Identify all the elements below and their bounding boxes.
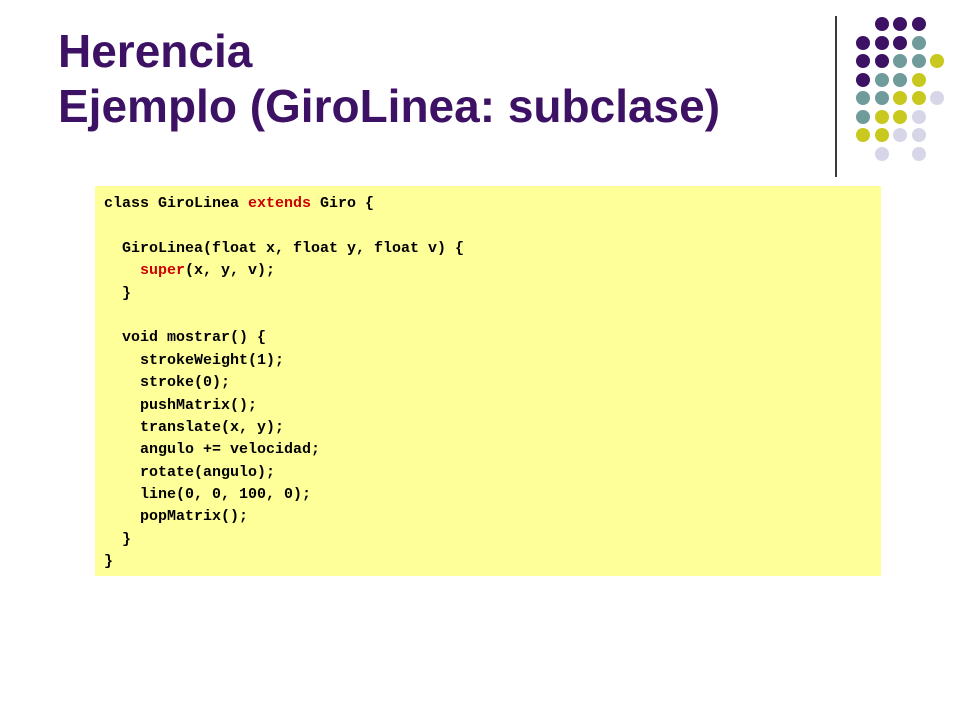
code-line: translate(x, y); [104, 417, 881, 439]
decorative-dot [874, 17, 889, 31]
decorative-dot [874, 35, 889, 50]
decorative-dot [930, 54, 944, 68]
decorative-dot [893, 54, 907, 68]
slide-title-line-2: Ejemplo (GiroLinea: subclase) [58, 80, 721, 132]
code-line: super(x, y, v); [104, 260, 881, 282]
code-text: strokeWeight(1); [104, 351, 285, 369]
code-keyword: extends [248, 195, 312, 212]
code-text: void mostrar() { [104, 329, 267, 347]
code-line: stroke(0); [104, 372, 881, 394]
code-line: class GiroLinea extends Giro { [104, 193, 881, 215]
decorative-dot [874, 146, 889, 161]
decorative-dot [856, 128, 870, 142]
code-text: Giro { [311, 195, 375, 212]
decorative-dot [856, 35, 870, 50]
decorative-dot [911, 128, 926, 142]
code-line: line(0, 0, 100, 0); [104, 484, 881, 506]
decorative-dot [911, 109, 926, 124]
decorative-dot [893, 35, 907, 50]
code-text: } [104, 530, 132, 548]
code-text: GiroLinea(float x, float y, float v) { [104, 239, 465, 257]
decorative-dot [874, 109, 889, 124]
decorative-dot [856, 54, 870, 68]
code-line: GiroLinea(float x, float y, float v) { [104, 238, 881, 260]
code-line: } [104, 551, 881, 573]
code-line: strokeWeight(1); [104, 350, 881, 372]
code-line: popMatrix(); [104, 506, 881, 528]
decorative-dot [893, 128, 907, 142]
decorative-dot [856, 109, 870, 124]
code-text: pushMatrix(); [104, 396, 258, 414]
decorative-dot [893, 109, 907, 124]
code-text: translate(x, y); [104, 418, 285, 436]
code-line: rotate(angulo); [104, 462, 881, 484]
decorative-dot [911, 35, 926, 50]
slide-title-line-1: Herencia [58, 25, 253, 77]
decorative-dot [911, 91, 926, 105]
decorative-dot [874, 91, 889, 105]
code-text: (x, y, v); [185, 262, 276, 280]
decorative-dot [874, 128, 889, 142]
code-text: } [104, 553, 114, 571]
decorative-dot [911, 72, 926, 87]
code-line: angulo += velocidad; [104, 439, 881, 461]
decorative-dot [874, 54, 889, 68]
decorative-dot [930, 91, 944, 105]
code-text: stroke(0); [104, 374, 231, 392]
decorative-dot [893, 17, 907, 31]
code-block: class GiroLinea extends Giro { GiroLinea… [95, 186, 881, 576]
decorative-dot [893, 91, 907, 105]
code-line: void mostrar() { [104, 327, 881, 349]
decorative-dot [911, 146, 926, 161]
slide-title: Herencia Ejemplo (GiroLinea: subclase) [58, 24, 720, 134]
decorative-dot [911, 17, 926, 31]
code-text: class GiroLinea [104, 195, 249, 212]
code-text: line(0, 0, 100, 0); [104, 486, 312, 504]
decorative-dot [856, 72, 870, 87]
code-keyword: super [140, 262, 186, 280]
code-text: } [104, 284, 132, 302]
code-text: popMatrix(); [104, 508, 249, 526]
code-line: } [104, 283, 881, 305]
decorative-dot [874, 72, 889, 87]
decorative-dot [911, 54, 926, 68]
code-text: angulo += velocidad; [104, 441, 321, 459]
decorative-dot [856, 91, 870, 105]
code-line: pushMatrix(); [104, 395, 881, 417]
title-divider [835, 16, 837, 177]
code-line: } [104, 529, 881, 551]
code-text: rotate(angulo); [104, 463, 276, 481]
decorative-dot [893, 72, 907, 87]
